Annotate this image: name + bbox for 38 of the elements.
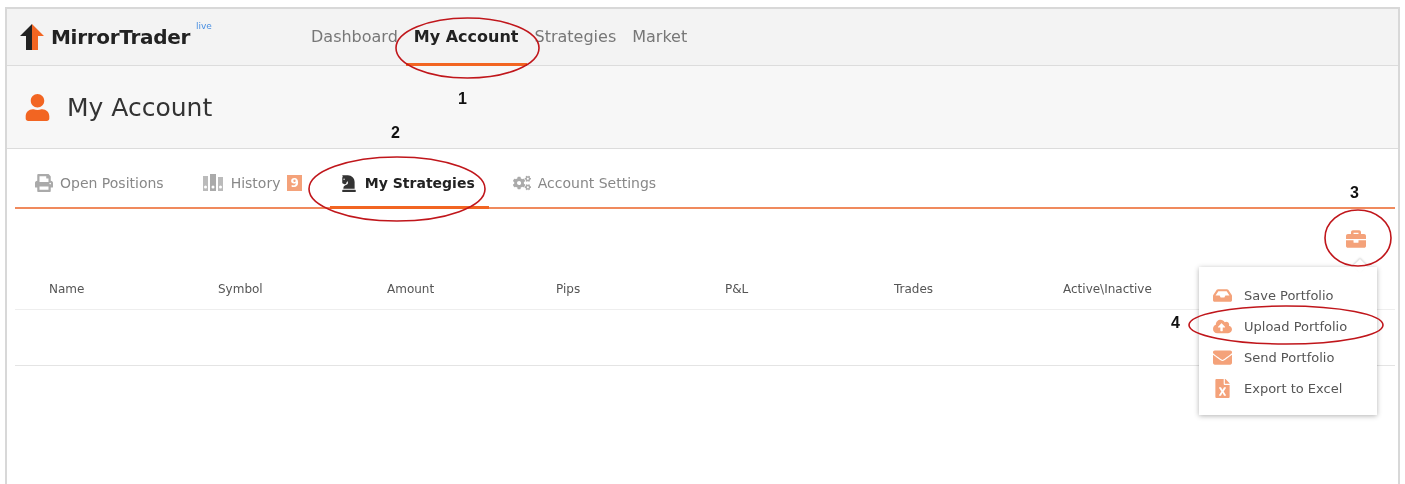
- envelope-icon: [1213, 348, 1232, 367]
- column-header: Amount: [387, 282, 435, 296]
- count-badge: 9: [287, 174, 302, 191]
- column-header: Trades: [894, 282, 934, 296]
- callout-number: 4: [1171, 314, 1180, 332]
- live-label: live: [196, 21, 212, 31]
- briefcase-icon: [1346, 229, 1366, 249]
- logo-arrow-icon: [19, 23, 45, 51]
- nav-link[interactable]: Dashboard: [303, 9, 406, 66]
- tab[interactable]: History 9: [191, 159, 316, 209]
- chess-knight-icon: [339, 173, 358, 192]
- tab[interactable]: Account Settings: [502, 159, 671, 209]
- app-logo: MirrorTrader: [51, 25, 191, 49]
- menu-item[interactable]: Save Portfolio: [1213, 280, 1377, 311]
- column-header: Pips: [556, 282, 581, 296]
- menu-item[interactable]: Send Portfolio: [1213, 342, 1377, 373]
- portfolio-button[interactable]: [1344, 227, 1368, 251]
- column-header: Name: [49, 282, 85, 296]
- spreadsheet-file-icon: [1213, 379, 1232, 398]
- printer-icon: [35, 173, 53, 192]
- callout-number: 2: [391, 124, 400, 142]
- gears-icon: [512, 173, 531, 192]
- tab[interactable]: My Strategies: [329, 159, 489, 209]
- annotation-ellipse: [1324, 209, 1392, 267]
- tab[interactable]: Open Positions: [25, 159, 178, 209]
- callout-number: 1: [458, 90, 467, 108]
- tray-icon: [1213, 286, 1232, 305]
- menu-item[interactable]: Export to Excel: [1213, 373, 1377, 404]
- columns-icon: [201, 173, 224, 192]
- callout-number: 3: [1350, 184, 1359, 202]
- page-title: My Account: [67, 92, 213, 122]
- column-header: Active\Inactive: [1063, 282, 1152, 296]
- nav-link[interactable]: Market: [624, 9, 696, 66]
- nav-link[interactable]: Strategies: [526, 9, 625, 66]
- cloud-upload-icon: [1213, 317, 1232, 336]
- column-header: P&L: [725, 282, 749, 296]
- user-icon: [24, 93, 51, 121]
- column-header: Symbol: [218, 282, 263, 296]
